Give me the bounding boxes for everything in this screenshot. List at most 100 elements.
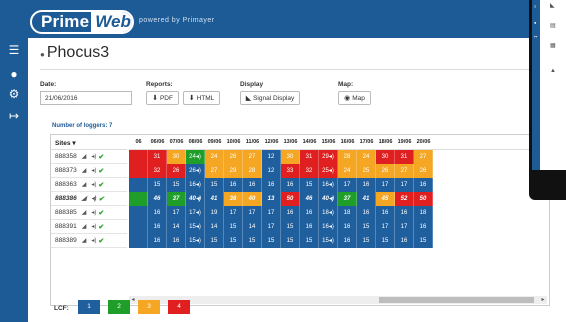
site-row[interactable]: 888363 ◢ ◂) ✔ bbox=[51, 178, 127, 192]
table-cell[interactable]: 16 bbox=[148, 220, 167, 234]
table-cell[interactable]: 18◂) bbox=[319, 206, 338, 220]
table-cell[interactable]: 46 bbox=[300, 192, 319, 206]
table-cell[interactable]: 24 bbox=[205, 150, 224, 164]
table-cell[interactable]: 24 bbox=[357, 150, 376, 164]
settings-icon[interactable]: ⚙ bbox=[8, 88, 20, 100]
table-cell[interactable]: 27 bbox=[414, 150, 433, 164]
table-cell[interactable]: 19 bbox=[205, 206, 224, 220]
table-cell[interactable]: 12 bbox=[262, 164, 281, 178]
logout-icon[interactable]: ↦ bbox=[8, 110, 20, 122]
table-cell[interactable]: 28 bbox=[243, 164, 262, 178]
sites-header[interactable]: Sites ▾ bbox=[51, 135, 127, 150]
table-cell[interactable]: 15 bbox=[224, 234, 243, 248]
table-cell[interactable]: 16◂) bbox=[319, 220, 338, 234]
table-cell[interactable]: 33 bbox=[281, 164, 300, 178]
table-cell[interactable] bbox=[129, 164, 148, 178]
table-cell[interactable]: 16 bbox=[300, 220, 319, 234]
table-cell[interactable]: 31 bbox=[148, 150, 167, 164]
table-cell[interactable]: 16 bbox=[357, 178, 376, 192]
table-cell[interactable]: 17 bbox=[376, 220, 395, 234]
table-cell[interactable]: 16◂) bbox=[319, 178, 338, 192]
table-cell[interactable]: 14 bbox=[205, 220, 224, 234]
table-cell[interactable]: 30 bbox=[376, 150, 395, 164]
table-cell[interactable]: 16 bbox=[148, 206, 167, 220]
table-cell[interactable]: 15 bbox=[281, 220, 300, 234]
scroll-thumb[interactable] bbox=[379, 297, 534, 303]
table-cell[interactable]: 12 bbox=[262, 150, 281, 164]
table-cell[interactable]: 16 bbox=[243, 178, 262, 192]
table-cell[interactable]: 15 bbox=[281, 234, 300, 248]
table-cell[interactable]: 26 bbox=[167, 164, 186, 178]
table-cell[interactable]: 24 bbox=[338, 164, 357, 178]
table-cell[interactable]: 15 bbox=[376, 234, 395, 248]
table-cell[interactable]: 40◂) bbox=[186, 192, 205, 206]
primeweb-logo[interactable]: Prime Web bbox=[30, 10, 134, 34]
site-row[interactable]: 888358 ◢ ◂) ✔ bbox=[51, 150, 127, 164]
table-cell[interactable]: 15◂) bbox=[186, 220, 205, 234]
table-cell[interactable]: 17 bbox=[243, 206, 262, 220]
table-cell[interactable]: 52 bbox=[395, 192, 414, 206]
table-cell[interactable]: 16 bbox=[224, 178, 243, 192]
table-cell[interactable]: 30 bbox=[281, 150, 300, 164]
table-cell[interactable]: 37 bbox=[167, 192, 186, 206]
table-cell[interactable]: 16 bbox=[167, 234, 186, 248]
table-cell[interactable]: 16◂) bbox=[186, 178, 205, 192]
table-cell[interactable]: 17 bbox=[395, 220, 414, 234]
table-cell[interactable]: 17◂) bbox=[186, 206, 205, 220]
table-cell[interactable]: 16 bbox=[357, 206, 376, 220]
table-cell[interactable]: 26 bbox=[224, 150, 243, 164]
table-cell[interactable]: 18 bbox=[414, 206, 433, 220]
table-cell[interactable]: 15 bbox=[224, 220, 243, 234]
table-cell[interactable]: 26 bbox=[376, 164, 395, 178]
table-cell[interactable]: 31 bbox=[395, 150, 414, 164]
table-cell[interactable]: 17 bbox=[395, 178, 414, 192]
table-cell[interactable]: 15 bbox=[357, 220, 376, 234]
table-cell[interactable]: 37 bbox=[338, 192, 357, 206]
table-cell[interactable]: 27 bbox=[205, 164, 224, 178]
table-cell[interactable]: 24◂) bbox=[186, 150, 205, 164]
table-cell[interactable]: 32 bbox=[148, 164, 167, 178]
table-cell[interactable]: 17 bbox=[338, 178, 357, 192]
site-row[interactable]: 888391 ◢ ◂) ✔ bbox=[51, 220, 127, 234]
site-row[interactable]: 888385 ◢ ◂) ✔ bbox=[51, 206, 127, 220]
table-cell[interactable] bbox=[129, 192, 148, 206]
table-cell[interactable]: 15◂) bbox=[319, 234, 338, 248]
globe-icon[interactable]: ● bbox=[8, 68, 20, 80]
table-cell[interactable]: 40 bbox=[243, 192, 262, 206]
table-cell[interactable]: 40◂) bbox=[319, 192, 338, 206]
table-cell[interactable]: 26◂) bbox=[186, 164, 205, 178]
site-row[interactable]: 888389 ◢ ◂) ✔ bbox=[51, 234, 127, 248]
table-cell[interactable]: 16 bbox=[395, 234, 414, 248]
table-cell[interactable]: 16 bbox=[376, 206, 395, 220]
menu-icon[interactable]: ☰ bbox=[8, 44, 20, 56]
horizontal-scrollbar[interactable]: ◂ ▸ bbox=[129, 296, 547, 304]
table-cell[interactable]: 30 bbox=[167, 150, 186, 164]
table-cell[interactable]: 17 bbox=[262, 220, 281, 234]
table-cell[interactable]: 16 bbox=[281, 206, 300, 220]
table-cell[interactable]: 15 bbox=[205, 178, 224, 192]
table-cell[interactable]: 14 bbox=[167, 220, 186, 234]
table-cell[interactable]: 50 bbox=[281, 192, 300, 206]
table-cell[interactable]: 50 bbox=[414, 192, 433, 206]
table-cell[interactable]: 17 bbox=[167, 206, 186, 220]
scroll-right-arrow-icon[interactable]: ▸ bbox=[539, 296, 547, 304]
table-cell[interactable]: 25 bbox=[357, 164, 376, 178]
table-cell[interactable]: 16 bbox=[338, 234, 357, 248]
table-cell[interactable]: 16 bbox=[338, 220, 357, 234]
table-cell[interactable]: 32 bbox=[300, 164, 319, 178]
pdf-button[interactable]: ⬇ PDF bbox=[146, 91, 179, 105]
table-cell[interactable]: 15 bbox=[167, 178, 186, 192]
table-cell[interactable]: 15 bbox=[243, 234, 262, 248]
date-input[interactable]: 21/06/2016 bbox=[40, 91, 132, 105]
table-cell[interactable]: 29◂) bbox=[319, 150, 338, 164]
table-cell[interactable]: 16 bbox=[414, 220, 433, 234]
table-cell[interactable] bbox=[129, 150, 148, 164]
table-cell[interactable]: 15 bbox=[148, 178, 167, 192]
table-cell[interactable]: 25◂) bbox=[319, 164, 338, 178]
table-cell[interactable]: 27 bbox=[243, 150, 262, 164]
html-button[interactable]: ⬇ HTML bbox=[183, 91, 220, 105]
table-cell[interactable]: 36 bbox=[224, 192, 243, 206]
table-cell[interactable]: 15 bbox=[205, 234, 224, 248]
table-cell[interactable]: 26 bbox=[414, 164, 433, 178]
site-row[interactable]: 888373 ◢ ◂) ✔ bbox=[51, 164, 127, 178]
